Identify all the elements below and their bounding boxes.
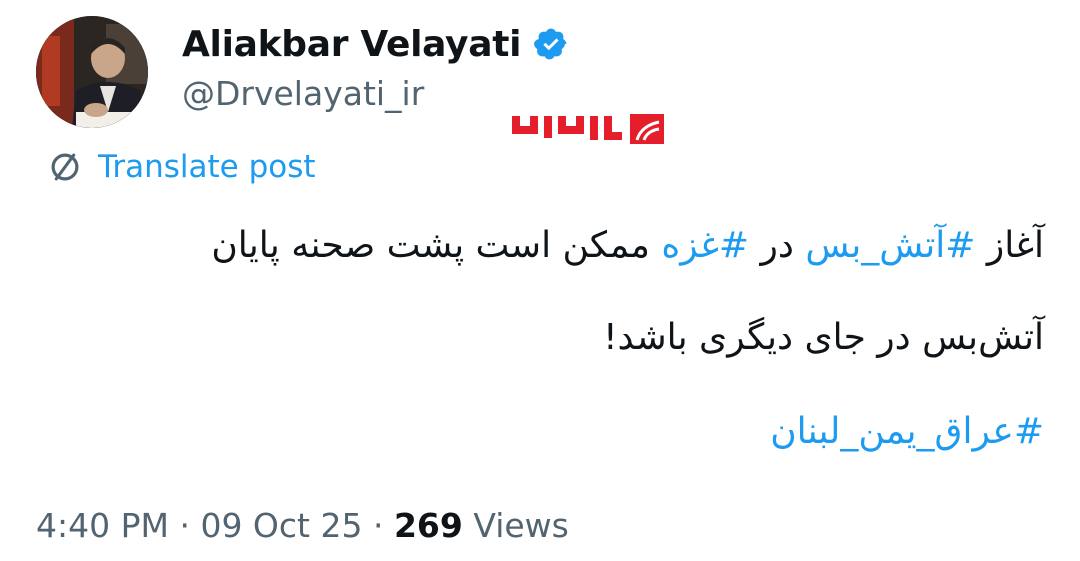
translate-post-label: Translate post (98, 149, 316, 185)
verified-badge-icon[interactable] (533, 26, 569, 62)
hashtag-ceasefire[interactable]: #آتش_بس (805, 225, 975, 266)
globe-slash-icon (46, 148, 84, 186)
avatar[interactable] (36, 16, 148, 128)
translate-post-button[interactable]: Translate post (46, 146, 316, 188)
post-text: آغاز #آتش_بس در #غزه ممکن است پشت صحنه پ… (44, 222, 1044, 456)
hashtag-gaza[interactable]: #غزه (661, 225, 749, 266)
meta-separator: · (362, 506, 394, 545)
author-display-name[interactable]: Aliakbar Velayati (182, 24, 521, 65)
author-handle[interactable]: @Drvelayati_ir (182, 74, 424, 113)
post-line-3: #عراق_یمن_لبنان (44, 408, 1044, 456)
post-text-segment: ممکن است پشت صحنه پایان (211, 225, 662, 266)
tweet-card: Aliakbar Velayati @Drvelayati_ir Transla… (0, 0, 1080, 561)
meta-separator: · (168, 506, 201, 545)
author-name-row: Aliakbar Velayati (182, 20, 569, 68)
post-line-2: آتش‌بس در جای دیگری باشد! (603, 317, 1044, 358)
views-count: 269 (393, 506, 463, 545)
post-text-segment: آغاز (975, 225, 1044, 266)
iran24-logo (510, 112, 666, 146)
post-date[interactable]: 09 Oct 25 (200, 506, 362, 545)
post-time[interactable]: 4:40 PM (36, 506, 169, 545)
post-text-segment: در (749, 225, 806, 266)
post-line-1: آغاز #آتش_بس در #غزه ممکن است پشت صحنه پ… (44, 222, 1044, 270)
hashtag-iraq-yemen-lebanon[interactable]: #عراق_یمن_لبنان (770, 411, 1044, 452)
views-label: Views (462, 506, 569, 545)
post-metadata: 4:40 PM · 09 Oct 25 · 269 Views (36, 506, 569, 545)
